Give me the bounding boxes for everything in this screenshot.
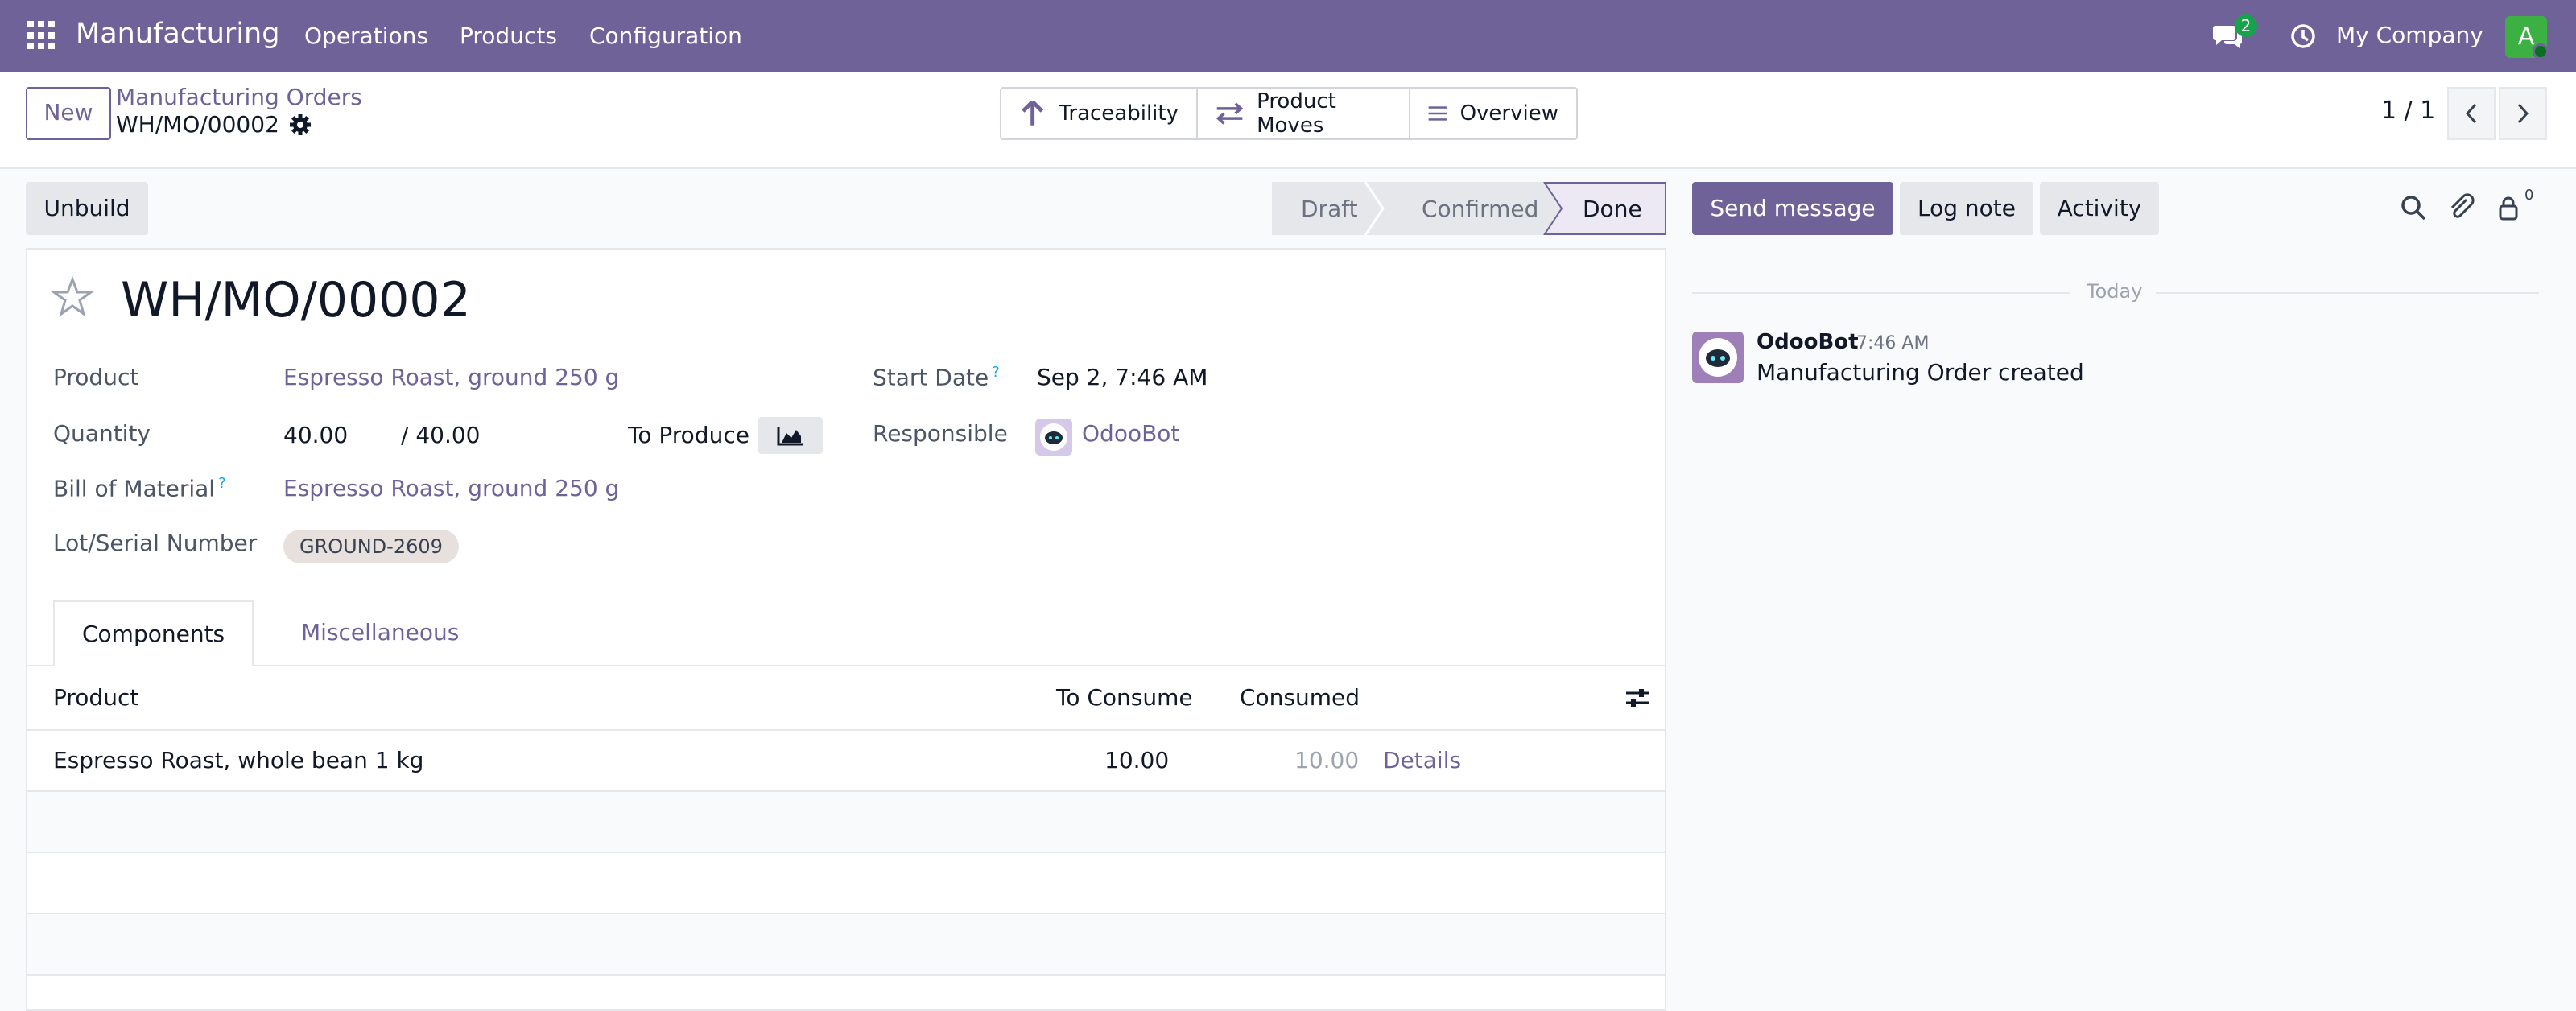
- stage-confirmed[interactable]: Confirmed: [1377, 182, 1542, 235]
- activity-button[interactable]: Activity: [2040, 182, 2159, 235]
- forecast-chart-button[interactable]: [758, 417, 823, 454]
- table-row-empty: [27, 853, 1665, 914]
- quantity-label: Quantity: [53, 420, 151, 447]
- message-author: OdooBot: [1757, 330, 1859, 354]
- row-to-consume: 10.00: [1104, 747, 1170, 774]
- bars-icon: [1428, 106, 1447, 121]
- gear-icon[interactable]: [288, 113, 312, 137]
- quantity-field[interactable]: 40.00: [283, 422, 348, 448]
- menu-products[interactable]: Products: [460, 23, 557, 49]
- user-status-dot: [2533, 43, 2549, 60]
- new-button[interactable]: New: [26, 87, 111, 140]
- responsible-field[interactable]: OdooBot: [1082, 420, 1179, 447]
- breadcrumb-current: WH/MO/00002: [116, 111, 279, 138]
- overview-button[interactable]: Overview: [1410, 89, 1576, 138]
- to-produce-label: To Produce: [628, 422, 749, 448]
- column-to-consume[interactable]: To Consume: [1056, 684, 1193, 711]
- start-date-label: Start Date?: [873, 364, 1000, 391]
- log-note-button[interactable]: Log note: [1900, 182, 2033, 235]
- odoobot-avatar: [1035, 419, 1072, 456]
- message-time: 7:46 AM: [1856, 333, 1930, 353]
- menu-configuration[interactable]: Configuration: [589, 23, 742, 49]
- record-title: WH/MO/00002: [121, 272, 471, 328]
- arrow-up-icon: [1022, 100, 1044, 126]
- unbuild-button[interactable]: Unbuild: [26, 182, 148, 235]
- lock-user-icon[interactable]: [2494, 193, 2523, 222]
- chat-count-badge: 2: [2235, 14, 2257, 37]
- responsible-label: Responsible: [873, 420, 1008, 447]
- table-row-empty: [27, 914, 1665, 976]
- follower-count: 0: [2524, 187, 2534, 204]
- top-navbar: Manufacturing Operations Products Config…: [0, 0, 2576, 72]
- tab-components[interactable]: Components: [53, 600, 254, 666]
- apps-grid-icon[interactable]: [27, 21, 56, 50]
- pager-next-button[interactable]: [2499, 87, 2547, 140]
- row-product: Espresso Roast, whole bean 1 kg: [53, 747, 424, 774]
- app-name[interactable]: Manufacturing: [76, 18, 279, 50]
- overview-label: Overview: [1459, 101, 1558, 126]
- control-panel: New Manufacturing Orders WH/MO/00002 Tra…: [0, 72, 2576, 169]
- row-consumed: 10.00: [1294, 747, 1360, 774]
- bom-help-icon[interactable]: ?: [218, 475, 226, 492]
- status-bar: Draft Confirmed Done: [1272, 182, 1666, 235]
- traceability-button[interactable]: Traceability: [1001, 89, 1198, 138]
- message-body: Manufacturing Order created: [1757, 359, 2084, 386]
- search-icon[interactable]: [2399, 193, 2428, 222]
- product-label: Product: [53, 364, 139, 390]
- pager-value[interactable]: 1 / 1: [2381, 97, 2435, 125]
- components-table-header: Product To Consume Consumed: [27, 666, 1665, 731]
- odoobot-message-avatar: [1692, 332, 1744, 383]
- chevron-left-icon: [2465, 103, 2477, 124]
- start-date-help-icon[interactable]: ?: [992, 364, 1000, 381]
- menu-operations[interactable]: Operations: [304, 23, 428, 49]
- table-row-empty: [27, 792, 1665, 853]
- paperclip-icon[interactable]: [2447, 193, 2476, 222]
- smart-buttons: Traceability Product Moves Overview: [1000, 87, 1578, 140]
- quantity-total: / 40.00: [401, 422, 481, 448]
- table-row[interactable]: Espresso Roast, whole bean 1 kg 10.00 10…: [27, 731, 1665, 792]
- pager-previous-button[interactable]: [2447, 87, 2496, 140]
- date-separator: Today: [2087, 280, 2143, 303]
- form-sheet: WH/MO/00002 Product Espresso Roast, grou…: [26, 248, 1666, 1011]
- stage-separator: [1539, 182, 1567, 235]
- bom-field[interactable]: Espresso Roast, ground 250 g: [283, 475, 619, 501]
- company-switcher[interactable]: My Company: [2336, 22, 2483, 48]
- date-divider-right: [2156, 292, 2539, 294]
- product-moves-label: Product Moves: [1257, 89, 1336, 138]
- date-divider-left: [1692, 292, 2070, 294]
- product-field[interactable]: Espresso Roast, ground 250 g: [283, 364, 619, 390]
- clock-icon[interactable]: [2289, 23, 2317, 50]
- start-date-field[interactable]: Sep 2, 7:46 AM: [1037, 364, 1208, 390]
- product-moves-button[interactable]: Product Moves: [1198, 89, 1410, 138]
- lot-label: Lot/Serial Number: [53, 530, 258, 556]
- notebook-tabs: Components Miscellaneous: [27, 600, 1665, 666]
- column-settings-icon[interactable]: [1624, 686, 1650, 710]
- chevron-right-icon: [2517, 103, 2529, 124]
- send-message-button[interactable]: Send message: [1692, 182, 1893, 235]
- star-icon[interactable]: [50, 275, 95, 320]
- column-consumed[interactable]: Consumed: [1240, 684, 1360, 711]
- traceability-label: Traceability: [1059, 101, 1179, 126]
- stage-separator: [1360, 182, 1388, 235]
- tab-miscellaneous[interactable]: Miscellaneous: [274, 600, 486, 666]
- lot-badge[interactable]: GROUND-2609: [283, 530, 459, 563]
- area-chart-icon: [777, 427, 803, 446]
- column-product[interactable]: Product: [53, 684, 138, 711]
- bom-label: Bill of Material?: [53, 475, 226, 502]
- row-details-link[interactable]: Details: [1383, 747, 1461, 774]
- breadcrumb-parent[interactable]: Manufacturing Orders: [116, 84, 362, 110]
- exchange-arrows-icon: [1216, 102, 1244, 125]
